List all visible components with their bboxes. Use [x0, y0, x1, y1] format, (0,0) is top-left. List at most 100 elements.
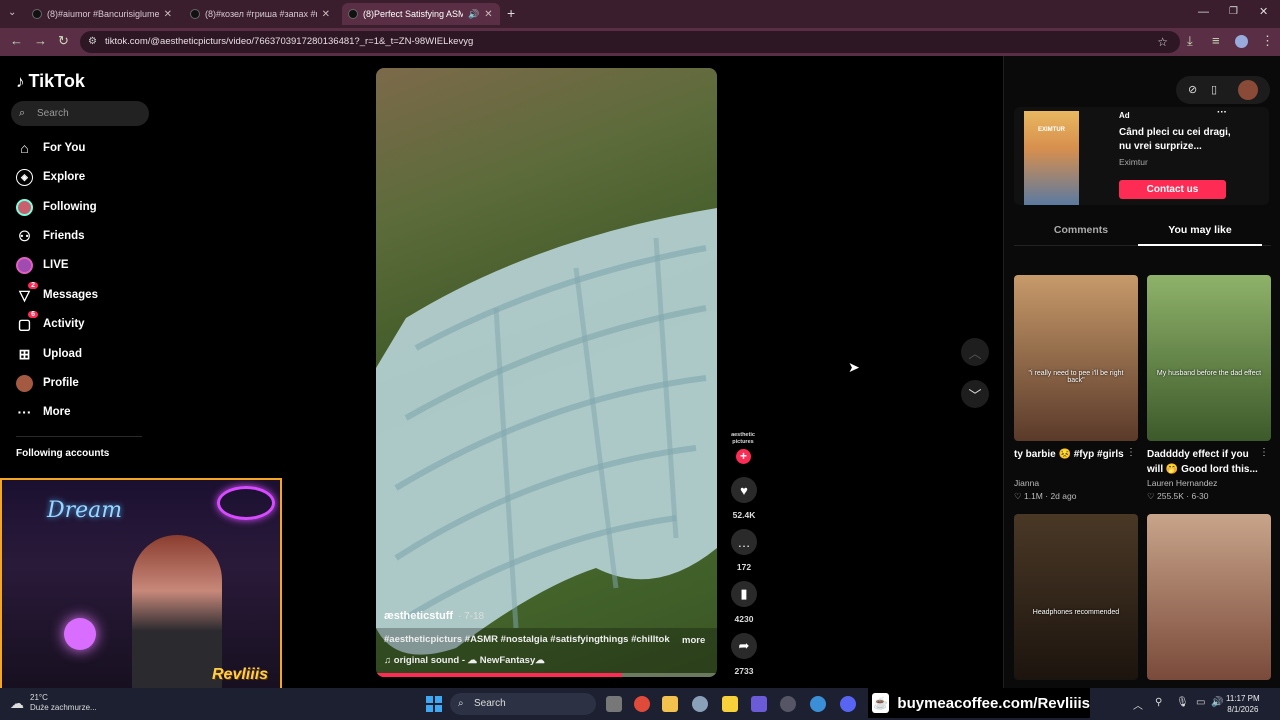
site-info-icon[interactable]: ⚙ [88, 31, 97, 53]
windows-start-icon[interactable] [426, 696, 442, 712]
system-clock[interactable]: 11:17 PM 8/1/2026 [1226, 693, 1260, 715]
microphone-icon[interactable]: 🎙 [1176, 697, 1189, 708]
sidebar-item-profile[interactable]: Profile [16, 372, 79, 394]
chrome-active-icon[interactable] [810, 696, 826, 712]
video-frame-shoe-sole [376, 208, 717, 677]
card-author[interactable]: Lauren Hernandez [1147, 478, 1271, 488]
minimize-icon[interactable]: — [1198, 6, 1209, 18]
discord-icon[interactable] [840, 696, 856, 712]
like-button[interactable]: ♥ [731, 477, 757, 503]
card-thumbnail[interactable]: Headphones recommended [1014, 514, 1138, 680]
buymeacoffee-banner: ☕ buymeacoffee.com/Revliiis [868, 688, 1090, 718]
address-bar[interactable]: ⚙ tiktok.com/@aestheticpicturs/video/766… [80, 31, 1180, 53]
back-icon[interactable]: ← [10, 33, 23, 48]
sidebar-item-friends[interactable]: ⚇ Friends [16, 225, 85, 247]
tray-chevron-up-icon[interactable]: ︿ [1133, 697, 1143, 712]
settings-gear-icon[interactable] [692, 696, 708, 712]
close-window-icon[interactable]: ✕ [1259, 5, 1268, 18]
card-thumbnail[interactable]: "i really need to pee i'll be right back… [1014, 275, 1138, 441]
tiktok-logo[interactable]: ♪ TikTok [16, 71, 85, 92]
task-view-icon[interactable] [606, 696, 622, 712]
taskbar-search[interactable]: ⌕ Search [450, 693, 596, 715]
recommended-video-card[interactable] [1147, 514, 1271, 680]
streamer-figure [132, 535, 222, 689]
card-thumbnail[interactable] [1147, 514, 1271, 680]
download-icon[interactable]: ⤓ [1187, 33, 1193, 49]
close-tab-icon[interactable]: ✕ [484, 9, 492, 20]
recommended-video-card[interactable]: Headphones recommended [1014, 514, 1138, 680]
windows-taskbar: ☁ 21°C Duże zachmurze... ⌕ Search ☕ buym… [0, 688, 1280, 720]
sticky-notes-icon[interactable] [722, 696, 738, 712]
ad-card[interactable]: EXIMTUR Ad ··· Când pleci cu cei dragi, … [1014, 107, 1269, 205]
follow-plus-icon[interactable]: + [736, 449, 751, 464]
card-meta: ♡ 1.1M · 2d ago [1014, 491, 1077, 501]
network-icon[interactable]: ⚲ [1155, 697, 1162, 708]
browser-menu-icon[interactable]: ⋮ [1261, 33, 1274, 49]
profile-avatar-icon[interactable] [1235, 35, 1248, 48]
card-title[interactable]: ty barbie 😣 #fyp #girls [1014, 447, 1126, 477]
compass-icon[interactable]: ⊘ [1188, 83, 1197, 96]
tab-search-icon[interactable]: ⌄ [8, 7, 16, 18]
heart-outline-icon: ♡ [1147, 491, 1157, 501]
tab-you-may-like[interactable]: You may like [1138, 224, 1262, 236]
video-player[interactable]: æstheticstuff · 7-18 #aestheticpicturs #… [376, 68, 717, 677]
sidebar-item-activity[interactable]: ▢ 6 Activity [16, 310, 85, 335]
app-grid-icon[interactable] [751, 696, 767, 712]
ad-more-options-icon[interactable]: ··· [1217, 107, 1227, 118]
video-progress-bar[interactable] [376, 673, 717, 677]
card-author[interactable]: Jianna [1014, 478, 1138, 488]
weather-desc: Duże zachmurze... [30, 703, 97, 712]
sidebar-item-more[interactable]: ··· More [16, 401, 71, 423]
messages-icon: ▽ 2 [16, 281, 38, 304]
chrome-icon[interactable] [634, 696, 650, 712]
card-title[interactable]: Daddddy effect if you will 🤭 Good lord t… [1147, 447, 1259, 477]
sidebar-item-for-you[interactable]: ⌂ For You [16, 137, 85, 159]
browser-tab-2[interactable]: (8)#козел #гриша #запах #rom ✕ [184, 3, 336, 25]
share-button[interactable]: ➦ [731, 633, 757, 659]
card-age: 6-30 [1191, 491, 1209, 501]
following-avatar-icon [16, 198, 33, 216]
streamer-name-logo: Revliiis [212, 666, 269, 683]
user-avatar-icon[interactable] [1238, 80, 1258, 100]
reload-icon[interactable]: ↻ [58, 33, 69, 49]
recommended-video-card[interactable]: My husband before the dad effect Daddddy… [1147, 275, 1271, 502]
obs-icon[interactable] [780, 696, 796, 712]
ad-thumbnail[interactable]: EXIMTUR [1024, 111, 1079, 205]
forward-icon[interactable]: → [34, 33, 47, 48]
save-button[interactable]: ▮ [731, 581, 757, 607]
previous-video-button[interactable]: ︿ [961, 338, 989, 366]
bookmark-star-icon[interactable]: ☆ [1157, 31, 1168, 53]
speaker-icon[interactable]: 🔊 [468, 9, 479, 20]
maximize-icon[interactable]: ❐ [1229, 6, 1238, 17]
sidebar-item-messages[interactable]: ▽ 2 Messages [16, 281, 98, 306]
sidebar-item-following[interactable]: Following [16, 196, 97, 218]
contact-us-button[interactable]: Contact us [1119, 180, 1226, 199]
recommended-video-card[interactable]: "i really need to pee i'll be right back… [1014, 275, 1138, 502]
weather-widget[interactable]: ☁ 21°C Duże zachmurze... [10, 693, 97, 713]
new-tab-button[interactable]: + [507, 5, 515, 21]
video-caption[interactable]: #aestheticpicturs #ASMR #nostalgia #sati… [384, 634, 670, 645]
card-more-icon[interactable]: ⋮ [1259, 447, 1269, 458]
browser-tab-3-active[interactable]: (8)Perfect Satisfying ASMR 🔊 ✕ [342, 3, 500, 25]
tab-comments[interactable]: Comments [1019, 224, 1143, 236]
next-video-button[interactable]: ﹀ [961, 380, 989, 408]
comment-button[interactable]: … [731, 529, 757, 555]
monitor-icon[interactable]: ▭ [1196, 697, 1205, 708]
media-controls-icon[interactable]: ≡ [1212, 33, 1220, 48]
close-tab-icon[interactable]: ✕ [322, 9, 330, 20]
sidebar-item-explore[interactable]: ◈ Explore [16, 166, 85, 188]
file-explorer-icon[interactable] [662, 696, 678, 712]
sidebar-item-label: Friends [43, 230, 85, 242]
video-author[interactable]: æstheticstuff [384, 610, 453, 622]
browser-tab-1[interactable]: (8)#aiumor #Bancurisiglume #r ✕ [26, 3, 178, 25]
card-more-icon[interactable]: ⋮ [1126, 447, 1136, 458]
card-thumbnail[interactable]: My husband before the dad effect [1147, 275, 1271, 441]
sidebar-item-upload[interactable]: ⊞ Upload [16, 343, 82, 365]
caption-more-button[interactable]: more [682, 635, 705, 646]
volume-icon[interactable]: 🔊 [1211, 697, 1223, 708]
sidebar-item-live[interactable]: LIVE [16, 254, 69, 276]
video-sound[interactable]: ♫ original sound - ☁ NewFantasy☁ [384, 655, 545, 666]
close-tab-icon[interactable]: ✕ [164, 9, 172, 20]
phone-icon[interactable]: ▯ [1211, 83, 1217, 96]
search-input[interactable]: ⌕ Search [11, 101, 149, 126]
